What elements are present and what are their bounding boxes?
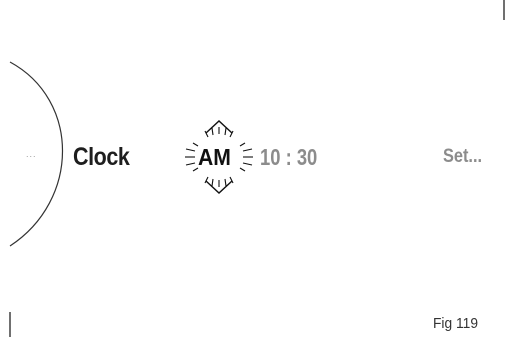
previous-item-indicator[interactable]: ... <box>26 150 37 159</box>
time-value: 10 : 30 <box>260 144 318 170</box>
figure-caption: Fig 119 <box>433 315 479 332</box>
next-item-set-label[interactable]: Set... <box>443 147 482 166</box>
am-pm-selector-value[interactable]: AM <box>198 146 231 169</box>
clock-settings-screen: ... Clock AM 10 : 30 Set... Fig 119 <box>0 0 505 337</box>
menu-item-clock-label: Clock <box>73 143 130 171</box>
